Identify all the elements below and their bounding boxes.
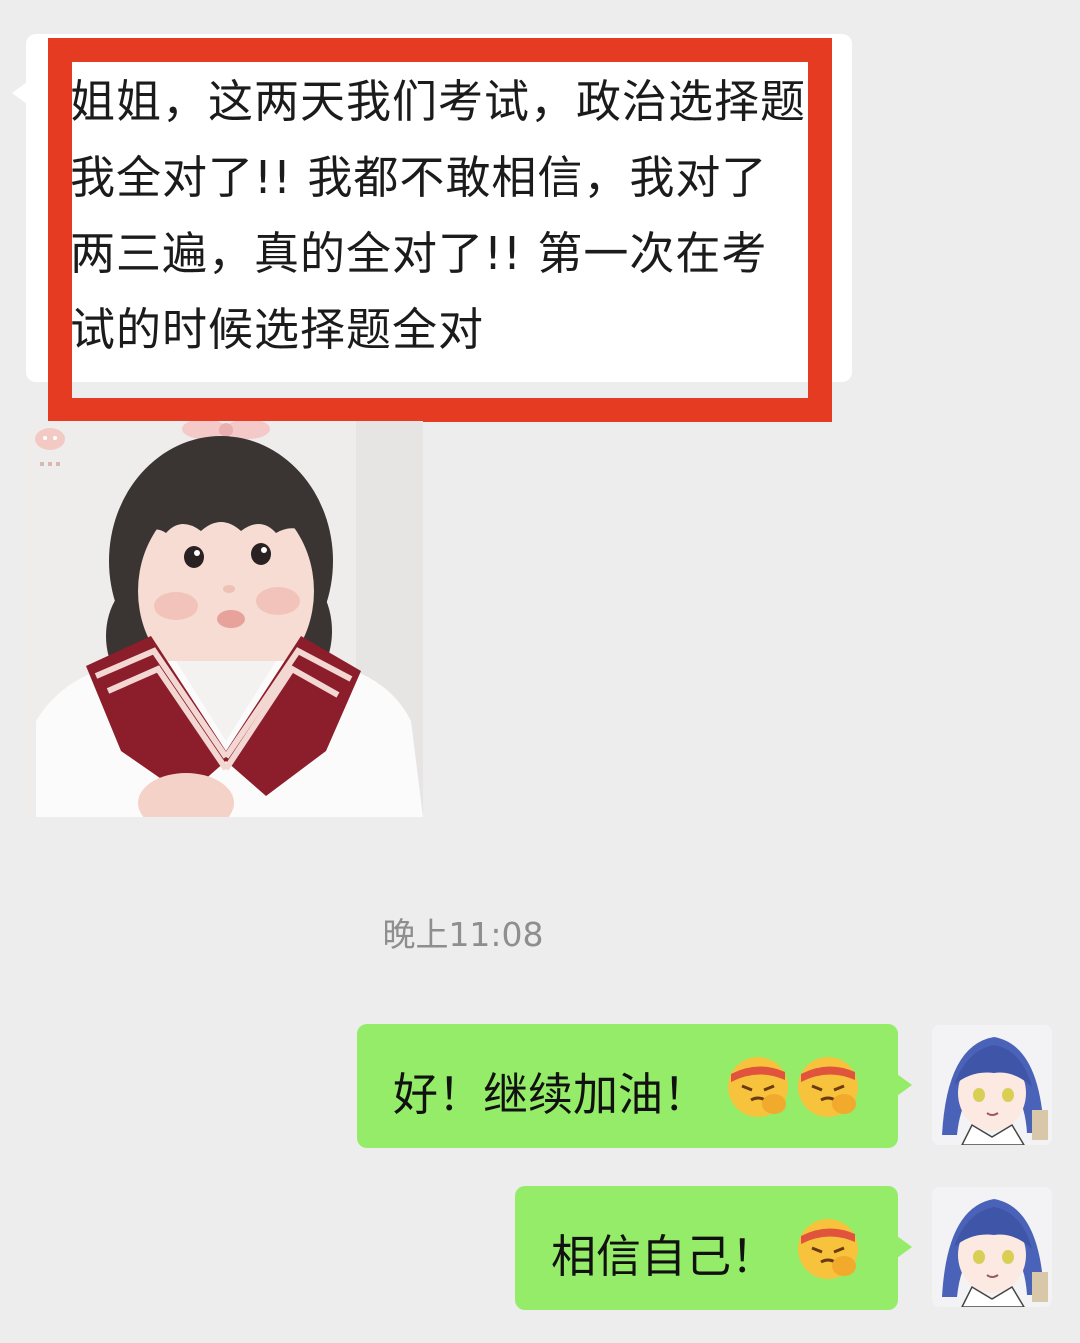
sticker-image[interactable] [26, 421, 423, 817]
determined-face-emoji [798, 1057, 858, 1117]
outgoing-message-bubble[interactable]: 好！继续加油！ [357, 1024, 898, 1148]
determined-face-emoji [728, 1057, 788, 1117]
outgoing-bubble-tail [897, 1236, 912, 1258]
incoming-message-text: 姐姐，这两天我们考试，政治选择题我全对了!! 我都不敢相信，我对了两三遍，真的全… [70, 75, 807, 356]
user-avatar[interactable] [932, 1025, 1052, 1145]
outgoing-message-bubble[interactable]: 相信自己！ [515, 1186, 898, 1310]
message-timestamp: 晚上11:08 [382, 915, 544, 954]
outgoing-bubble-tail [897, 1074, 912, 1096]
determined-face-emoji [798, 1219, 858, 1279]
user-avatar[interactable] [932, 1187, 1052, 1307]
outgoing-message-text: 好！继续加油！ [393, 1068, 709, 1121]
outgoing-message-text: 相信自己！ [551, 1230, 777, 1283]
incoming-bubble-tail [12, 82, 27, 104]
